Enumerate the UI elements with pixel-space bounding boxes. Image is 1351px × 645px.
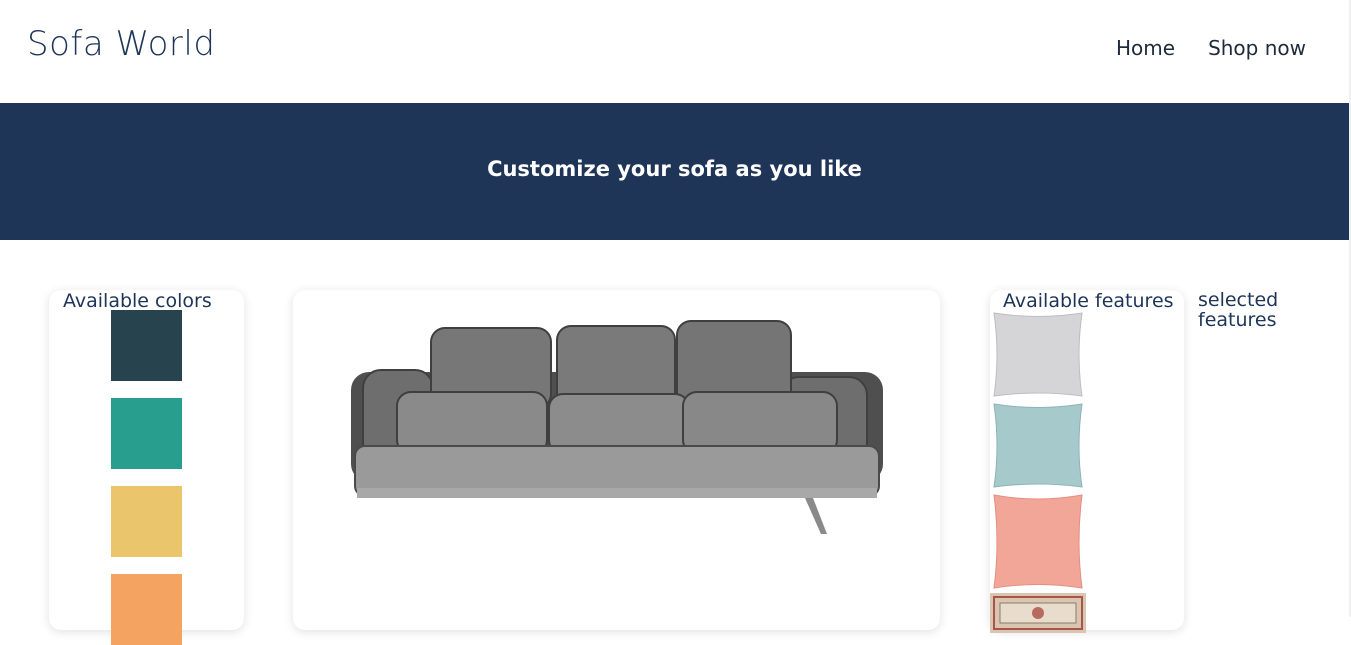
color-swatch-mustard[interactable] (111, 486, 182, 557)
brand-logo[interactable]: Sofa World (27, 24, 215, 64)
sofa-image (351, 320, 883, 534)
color-swatch-orange[interactable] (111, 574, 182, 645)
peach-pillow-icon[interactable] (990, 492, 1086, 592)
patterned-rug-icon[interactable] (990, 593, 1086, 633)
hero-banner: Customize your sofa as you like (0, 104, 1349, 240)
features-panel: Available features (990, 290, 1184, 633)
selected-features-title: selected features (1198, 289, 1279, 331)
color-swatch-dark-teal[interactable] (111, 310, 182, 381)
color-swatch-teal[interactable] (111, 398, 182, 469)
features-title: Available features (1003, 290, 1174, 312)
sofa-preview-panel (293, 290, 940, 630)
banner-title: Customize your sofa as you like (487, 157, 862, 181)
white-pillow-icon[interactable] (990, 310, 1086, 400)
nav-shop-now-link[interactable]: Shop now (1208, 36, 1306, 60)
site-header: Sofa World Home Shop now (0, 0, 1351, 104)
colors-title: Available colors (63, 290, 212, 312)
nav-home-link[interactable]: Home (1116, 36, 1175, 60)
main-nav: Home Shop now (1116, 36, 1306, 60)
light-blue-pillow-icon[interactable] (990, 401, 1086, 491)
colors-panel: Available colors (49, 290, 244, 645)
